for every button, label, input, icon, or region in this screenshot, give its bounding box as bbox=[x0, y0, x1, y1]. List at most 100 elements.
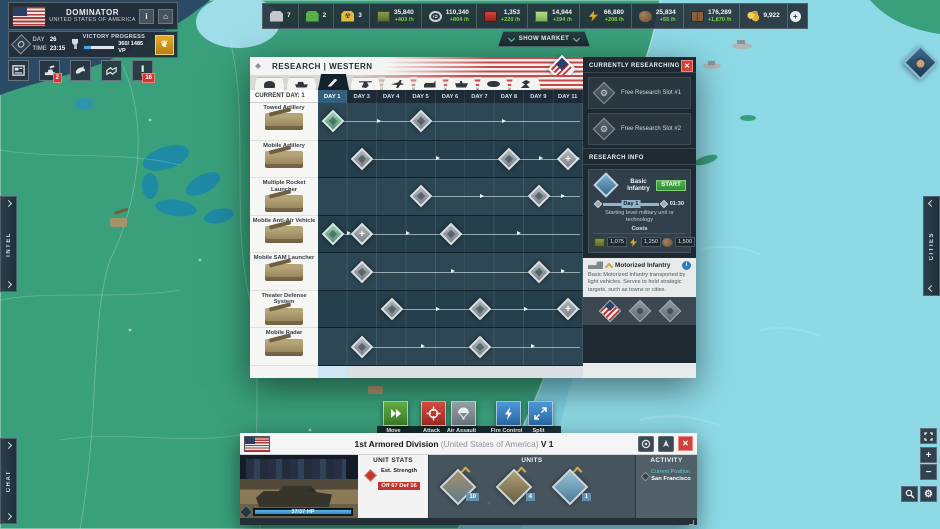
doctrine-european-icon[interactable] bbox=[658, 299, 681, 322]
cities-tab[interactable]: CITIES bbox=[923, 196, 940, 296]
research-tab-submarine[interactable] bbox=[478, 77, 509, 90]
info-button[interactable]: i bbox=[139, 9, 154, 24]
resource-value: 3 bbox=[358, 12, 362, 20]
doctrine-eastern-icon[interactable] bbox=[628, 299, 651, 322]
search-button[interactable] bbox=[901, 486, 918, 502]
home-button[interactable]: ⌂ bbox=[158, 9, 173, 24]
unit-stack-air[interactable]: 1 bbox=[555, 472, 585, 502]
fire-control-button[interactable]: Fire Control bbox=[496, 401, 521, 426]
airlift-button[interactable] bbox=[658, 436, 674, 452]
research-unit-entry[interactable]: Mobile SAM Launcher bbox=[250, 253, 318, 291]
research-tab-aircraft[interactable] bbox=[382, 77, 413, 90]
chevron-down-icon bbox=[508, 34, 515, 41]
map-unit-vehicle[interactable] bbox=[368, 386, 383, 394]
research-tab-artillery[interactable] bbox=[318, 74, 349, 90]
node-unit-glyph bbox=[358, 267, 366, 275]
resource-manpower-green[interactable]: 2 bbox=[299, 4, 335, 28]
electronics-icon bbox=[628, 238, 638, 247]
resource-manpower-grey[interactable]: 7 bbox=[263, 4, 299, 28]
start-research-button[interactable]: START bbox=[656, 180, 686, 191]
victory-points: 360/ 1485 VP bbox=[118, 41, 150, 54]
research-tab-missile[interactable] bbox=[414, 77, 445, 90]
settings-gear-button[interactable]: ⚙ bbox=[920, 486, 937, 502]
doctrine-western-icon[interactable] bbox=[598, 299, 621, 322]
research-node-upgrade[interactable]: + bbox=[557, 148, 580, 171]
research-node-available[interactable] bbox=[469, 298, 492, 321]
research-node-available[interactable] bbox=[498, 148, 521, 171]
research-node-available[interactable] bbox=[469, 335, 492, 358]
resource-supplies[interactable]: 35,840+403 /h bbox=[370, 4, 422, 28]
show-market-button[interactable]: SHOW MARKET bbox=[498, 31, 590, 47]
research-tab-support[interactable] bbox=[510, 77, 541, 90]
research-unit-entry[interactable]: Mobile Radar bbox=[250, 328, 318, 366]
research-unit-entry[interactable]: Multiple Rocket Launcher bbox=[250, 178, 318, 216]
info-icon[interactable]: i bbox=[682, 261, 691, 270]
diplomacy-dove-button[interactable] bbox=[70, 60, 91, 81]
research-node-available[interactable] bbox=[528, 185, 551, 208]
research-tab-ship[interactable] bbox=[446, 77, 477, 90]
research-unit-entry[interactable]: Towed Artillery bbox=[250, 103, 318, 141]
research-node-available[interactable] bbox=[351, 260, 374, 283]
research-node-upgrade[interactable]: + bbox=[351, 223, 374, 246]
currently-researching-header: CURRENTLY RESEARCHING bbox=[583, 57, 696, 73]
intel-tab[interactable]: INTEL bbox=[0, 196, 17, 292]
research-unit-entry[interactable]: Mobile Artillery bbox=[250, 141, 318, 179]
close-icon[interactable]: ✕ bbox=[681, 60, 693, 72]
research-tab-infantry[interactable] bbox=[254, 77, 285, 90]
research-node-researched[interactable] bbox=[321, 110, 344, 133]
research-node-available[interactable] bbox=[528, 260, 551, 283]
resource-barrels[interactable]: 176,289+1,870 /h bbox=[684, 4, 740, 28]
research-slot-1[interactable]: Free Research Slot #1 bbox=[588, 77, 691, 109]
research-node-available[interactable] bbox=[351, 148, 374, 171]
resource-fuel[interactable]: 1,353+220 /h bbox=[477, 4, 528, 28]
research-unit-entry[interactable]: Theater Defense System bbox=[250, 291, 318, 329]
move-button[interactable]: Move bbox=[383, 401, 408, 426]
research-node-upgrade[interactable]: + bbox=[557, 298, 580, 321]
next-research-description: Basic Motorized Infantry transported by … bbox=[588, 272, 691, 294]
resource-electronics[interactable]: 66,880+208 /h bbox=[580, 4, 632, 28]
merge-units-button[interactable] bbox=[638, 436, 654, 452]
unit-stack-armor[interactable]: 10 bbox=[443, 472, 473, 502]
resource-money[interactable]: 14,944+194 /h bbox=[528, 4, 580, 28]
units-header: UNITS bbox=[429, 455, 635, 464]
research-unit-entry[interactable]: Mobile Anti-Air Vehicle bbox=[250, 216, 318, 254]
zoom-out-button[interactable]: − bbox=[920, 464, 937, 480]
research-tab-helicopter[interactable] bbox=[350, 77, 381, 90]
lightning-icon bbox=[501, 406, 516, 421]
resource-components[interactable]: 110,340+804 /h bbox=[422, 4, 477, 28]
next-research-card[interactable]: Motorized Infantry i Basic Motorized Inf… bbox=[583, 258, 696, 297]
trade-deal-button[interactable] bbox=[101, 60, 122, 81]
chevron-right-icon bbox=[5, 513, 12, 520]
close-icon[interactable]: ✕ bbox=[678, 436, 693, 451]
fullscreen-button[interactable] bbox=[920, 428, 937, 444]
resource-nuclear[interactable]: ☢3 bbox=[334, 4, 370, 28]
timeline-end-icon bbox=[659, 200, 667, 208]
alerts-button[interactable]: 16 bbox=[132, 60, 153, 81]
zoom-in-button[interactable]: + bbox=[920, 447, 937, 463]
research-node-available[interactable] bbox=[351, 335, 374, 358]
commander-face-icon bbox=[915, 57, 926, 68]
selected-research-card: Basic Infantry START Day 1 01:30 Startin… bbox=[588, 169, 691, 253]
cost-electronics: 1,250 bbox=[627, 237, 661, 248]
tree-arrow-icon bbox=[406, 231, 410, 235]
research-unit-list: Towed ArtilleryMobile ArtilleryMultiple … bbox=[250, 103, 318, 366]
resource-gold[interactable]: 9,922 bbox=[740, 4, 788, 28]
newspaper-button[interactable] bbox=[8, 60, 29, 81]
research-tab-armor[interactable] bbox=[286, 77, 317, 90]
laurel-rank-button[interactable]: ❦ bbox=[155, 35, 174, 55]
research-node-researched[interactable] bbox=[321, 223, 344, 246]
resource-rare[interactable]: 25,834+55 /h bbox=[632, 4, 684, 28]
resource-value: 110,340 bbox=[446, 9, 469, 17]
air-assault-button[interactable]: Air Assault bbox=[451, 401, 476, 426]
army-button[interactable]: 2 bbox=[39, 60, 60, 81]
research-slot-2[interactable]: Free Research Slot #2 bbox=[588, 113, 691, 145]
research-node-available[interactable] bbox=[380, 298, 403, 321]
split-button[interactable]: Split bbox=[528, 401, 553, 426]
research-node-available[interactable] bbox=[410, 185, 433, 208]
attack-button[interactable]: Attack bbox=[421, 401, 446, 426]
gold-add-button[interactable]: + bbox=[790, 11, 801, 22]
research-node-available[interactable] bbox=[439, 223, 462, 246]
research-node-available[interactable] bbox=[410, 110, 433, 133]
unit-stack-vehicle[interactable]: 4 bbox=[499, 472, 529, 502]
chat-tab[interactable]: CHAT bbox=[0, 438, 17, 524]
